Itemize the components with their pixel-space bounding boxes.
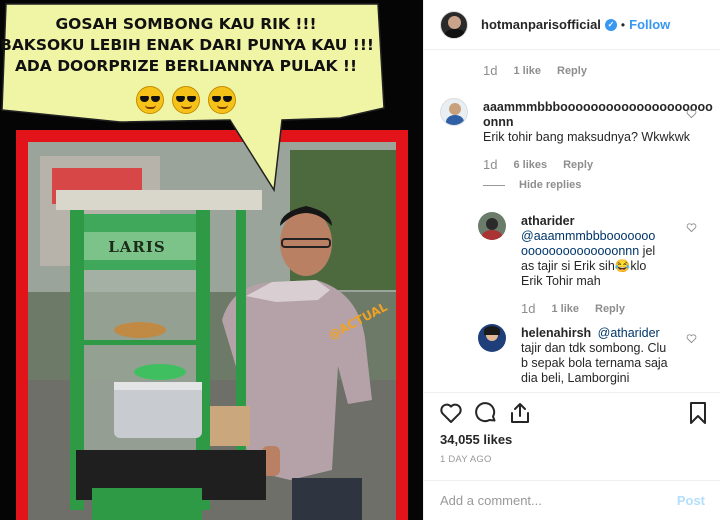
reply-button[interactable]: Reply xyxy=(563,159,593,171)
comment-text: aaammmbbbooooooooooooooooooooonnn Erik t… xyxy=(483,100,715,145)
comment-likes[interactable]: 6 likes xyxy=(513,159,547,171)
add-comment-bar: Post xyxy=(424,480,720,520)
comment-text: atharider @aaammmbbboooooooooooooooooooo… xyxy=(521,214,656,289)
like-heart-icon[interactable] xyxy=(439,401,463,425)
hide-replies-label: Hide replies xyxy=(519,179,582,191)
comment-bubble-icon[interactable] xyxy=(474,401,498,425)
comments-list[interactable]: 1d 1 like Reply aaammmbbbooooooooooooooo… xyxy=(424,50,720,392)
commenter-username[interactable]: atharider xyxy=(521,214,575,228)
post-date[interactable]: 1 DAY AGO xyxy=(440,454,492,465)
sunglasses-emoji-icon xyxy=(172,86,200,114)
bubble-line: GOSAH SOMBONG KAU RIK !!! xyxy=(55,15,317,33)
comment-meta: 1d 6 likes Reply xyxy=(483,157,609,172)
man-face xyxy=(280,210,332,276)
cart-pot xyxy=(114,382,202,438)
share-upload-icon[interactable] xyxy=(508,401,532,425)
author-avatar[interactable] xyxy=(440,10,468,39)
likes-count[interactable]: 34,055 likes xyxy=(440,432,512,447)
hide-replies-button[interactable]: Hide replies xyxy=(483,179,581,191)
follow-button[interactable]: Follow xyxy=(629,17,670,32)
comment-input[interactable] xyxy=(440,493,677,508)
commenter-avatar[interactable] xyxy=(440,98,468,126)
cart-roof xyxy=(56,190,262,210)
header-separator: • xyxy=(620,17,626,32)
comment-likes[interactable]: 1 like xyxy=(513,65,541,77)
reply-button[interactable]: Reply xyxy=(557,65,587,77)
comment-age: 1d xyxy=(483,157,498,172)
commenter-username[interactable]: helenahirsh xyxy=(521,326,591,340)
comment-meta: 1d 1 like Reply xyxy=(483,63,603,78)
sunglasses-emoji-icon xyxy=(136,86,164,114)
mention-link[interactable]: @aaammmbbbooooooooooooooooooooonnn xyxy=(521,229,655,258)
reply-item: atharider @aaammmbbboooooooooooooooooooo… xyxy=(478,212,656,289)
post-comment-button[interactable]: Post xyxy=(677,493,705,508)
bubble-line: ADA DOORPRIZE BERLIANNYA PULAK !! xyxy=(14,57,358,75)
comment-body: tajir dan tdk sombong. Club sepak bola t… xyxy=(521,341,668,385)
post-actions: 34,055 likes 1 DAY AGO xyxy=(424,392,720,480)
comment-likes[interactable]: 1 like xyxy=(551,303,579,315)
comment-meta: 1d 1 like Reply xyxy=(521,301,641,316)
commenter-avatar[interactable] xyxy=(478,324,506,352)
post-header: hotmanparisofficial ✓ • Follow xyxy=(424,0,720,50)
comment-text: helenahirsh @atharider tajir dan tdk som… xyxy=(521,326,671,386)
reply-item: helenahirsh @atharider tajir dan tdk som… xyxy=(478,324,671,386)
comment-like-heart-icon[interactable] xyxy=(686,333,697,344)
photo-illustration xyxy=(1,3,408,520)
comment-age: 1d xyxy=(483,63,498,78)
commenter-username[interactable]: aaammmbbbooooooooooooooooooooonnn xyxy=(483,100,713,129)
bookmark-icon[interactable] xyxy=(686,401,710,425)
sunglasses-emoji-icon xyxy=(208,86,236,114)
chopstick-basket xyxy=(210,406,250,446)
comment-age: 1d xyxy=(521,301,536,316)
speech-bubble-text: GOSAH SOMBONG KAU RIK !!! BAKSOKU LEBIH … xyxy=(0,14,374,77)
post-sidebar: hotmanparisofficial ✓ • Follow 1d 1 like… xyxy=(423,0,720,520)
author-username[interactable]: hotmanparisofficial xyxy=(481,17,601,32)
comment-body: Erik tohir bang maksudnya? Wkwkwk xyxy=(483,130,691,144)
emoji-row xyxy=(136,86,256,114)
reply-button[interactable]: Reply xyxy=(595,303,625,315)
bubble-line: BAKSOKU LEBIH ENAK DARI PUNYA KAU !!! xyxy=(0,36,374,54)
comment-like-heart-icon[interactable] xyxy=(686,108,697,119)
laughing-emoji-icon: 😂 xyxy=(614,259,631,273)
mention-link[interactable]: @atharider xyxy=(598,326,660,340)
comment-item: aaammmbbbooooooooooooooooooooonnn Erik t… xyxy=(440,98,715,145)
verified-badge-icon: ✓ xyxy=(604,18,617,31)
comment-like-heart-icon[interactable] xyxy=(686,222,697,233)
hide-replies-line xyxy=(483,184,505,186)
cart-sign-text: LARIS xyxy=(108,238,166,256)
post-image[interactable]: GOSAH SOMBONG KAU RIK !!! BAKSOKU LEBIH … xyxy=(0,0,423,520)
commenter-avatar[interactable] xyxy=(478,212,506,240)
